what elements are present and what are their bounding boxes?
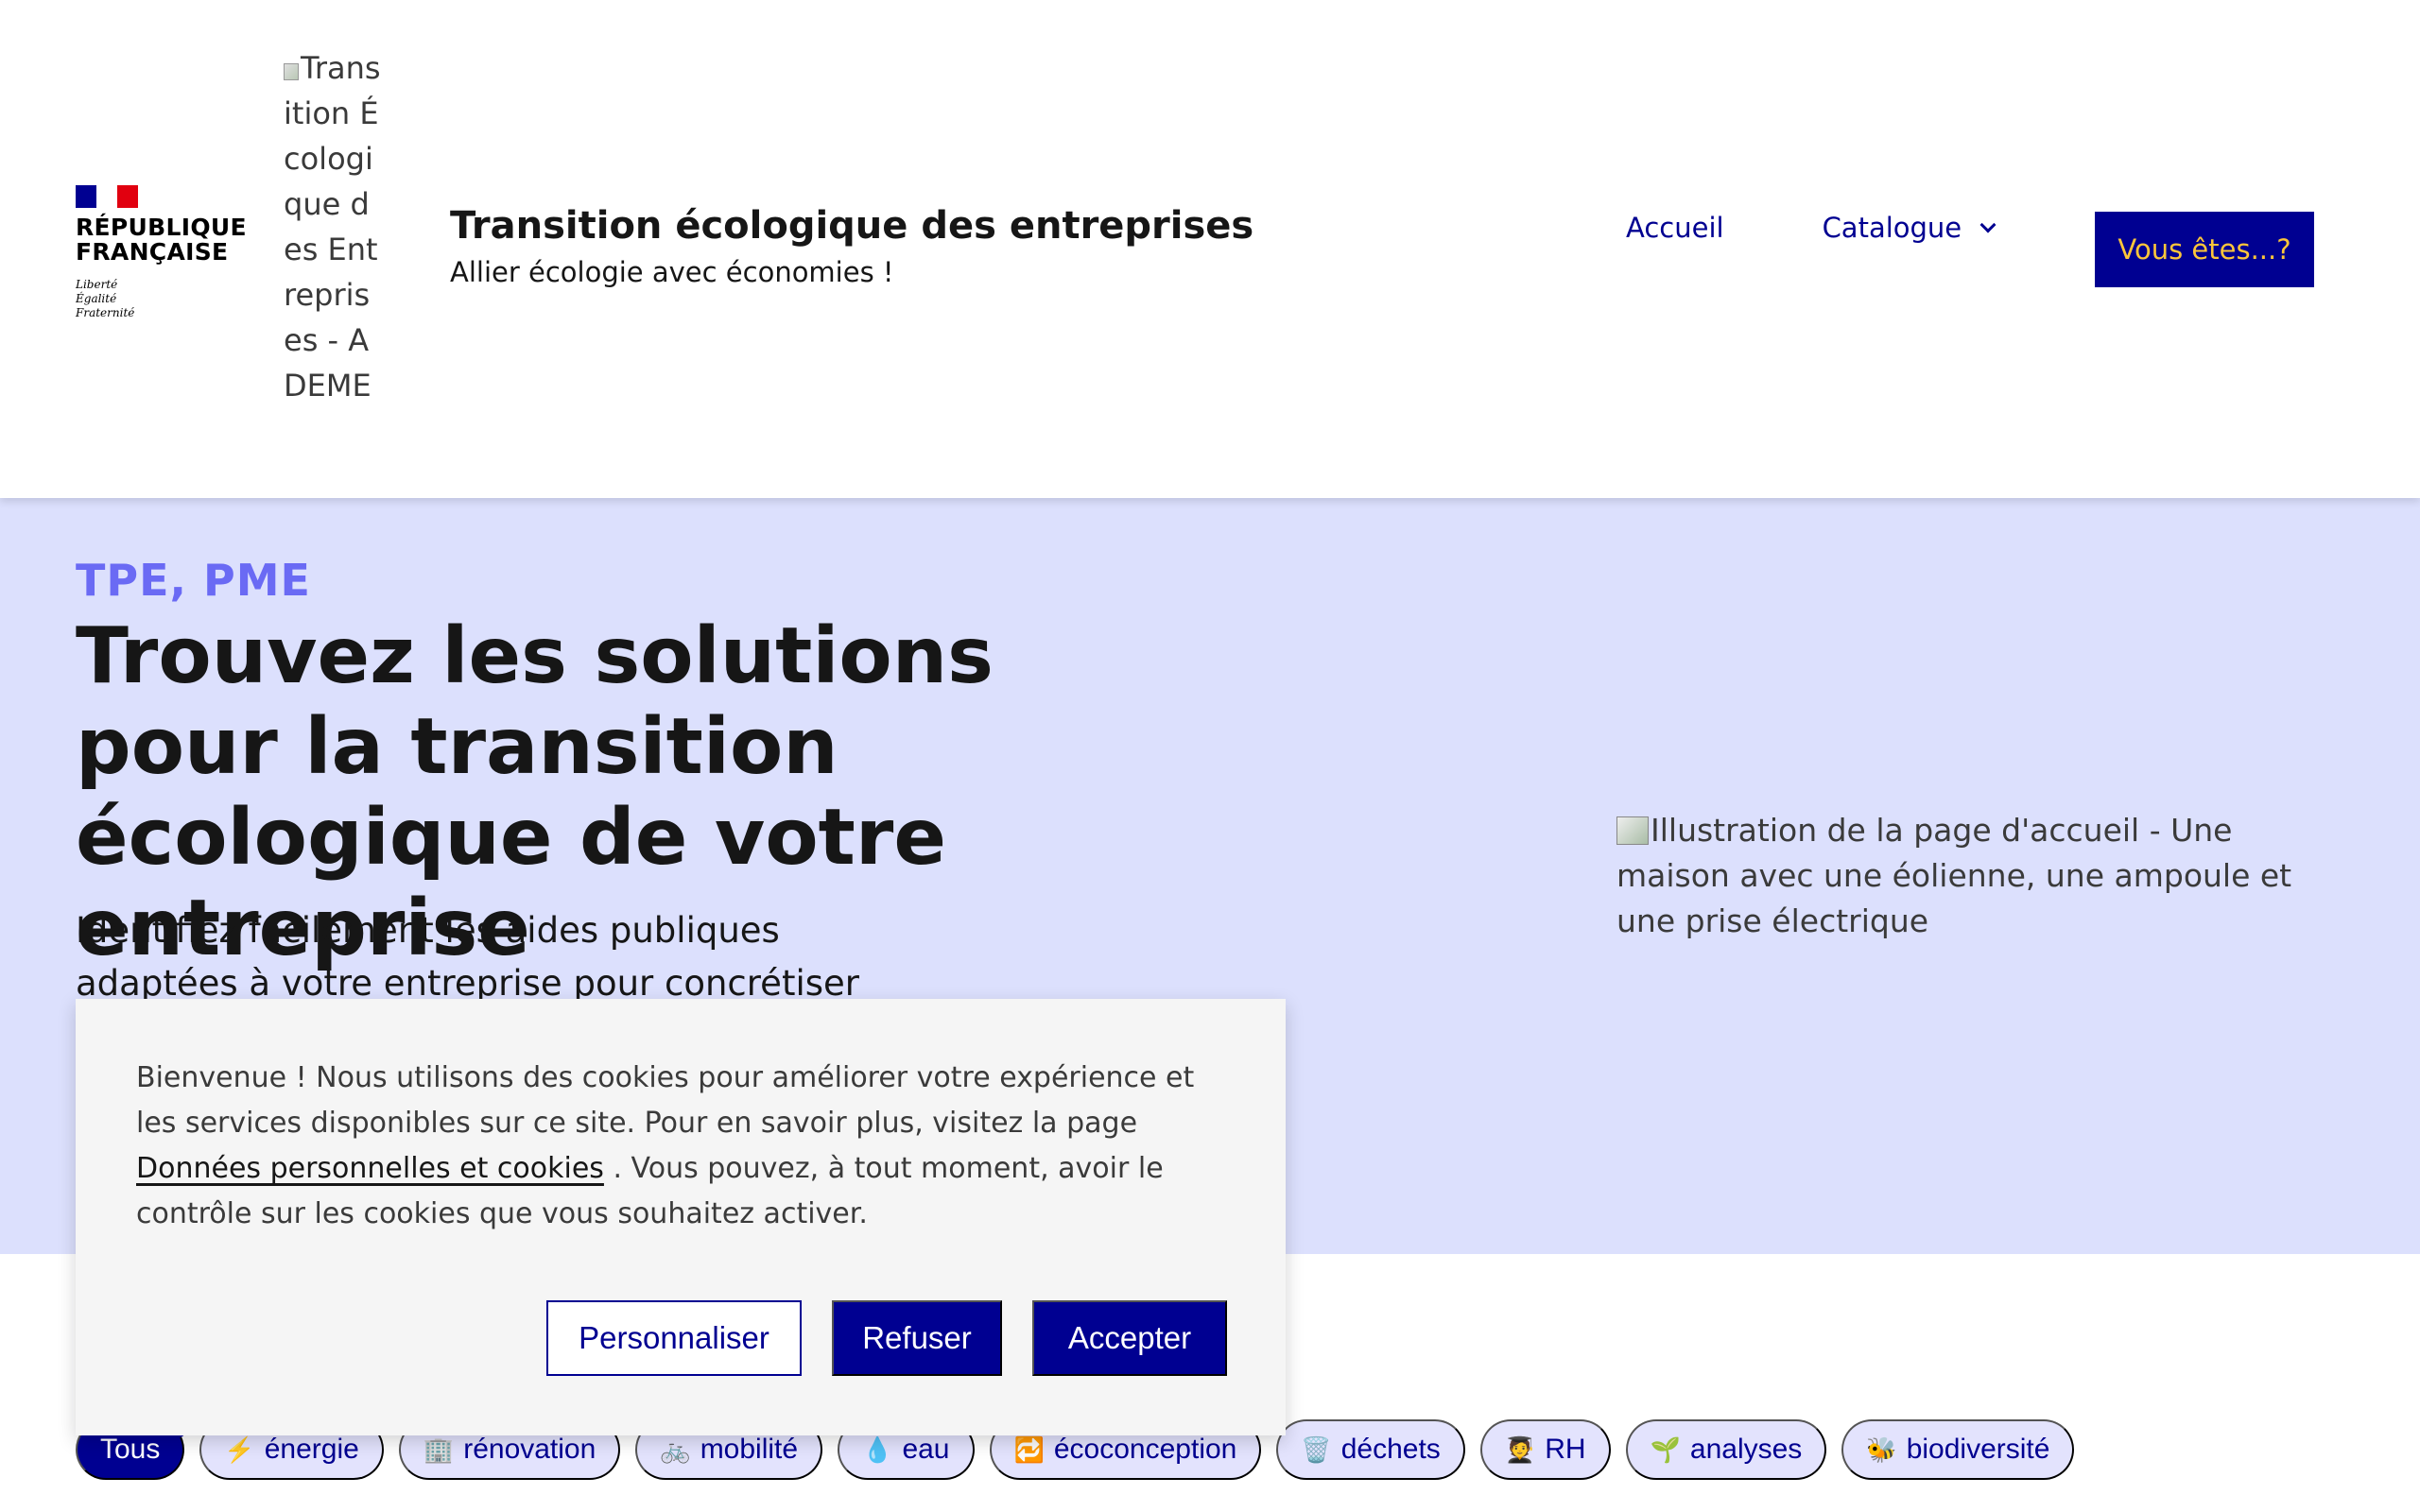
republique-line-1: RÉPUBLIQUE [76, 214, 247, 241]
nav-home-link[interactable]: Accueil [1626, 212, 1724, 244]
operator-logo-broken-image[interactable]: Transition Écologique des Entreprises - … [284, 45, 388, 408]
tag-label: déchets [1340, 1434, 1441, 1465]
cookie-actions: Personnaliser Refuser Accepter [546, 1300, 1227, 1376]
repeat-icon: 🔁 [1013, 1435, 1045, 1464]
droplet-icon: 💧 [862, 1435, 893, 1464]
main-navigation: Accueil Catalogue [1626, 212, 2092, 244]
marianne-flag-icon [76, 185, 138, 208]
tag-label: mobilité [700, 1434, 799, 1465]
tag-label: eau [902, 1434, 950, 1465]
cookie-policy-link[interactable]: Données personnelles et cookies [136, 1152, 604, 1185]
republique-francaise-logo[interactable]: RÉPUBLIQUE FRANÇAISE Liberté Égalité Fra… [76, 185, 265, 320]
tag-label: Tous [100, 1434, 161, 1465]
lightning-icon: ⚡ [224, 1435, 255, 1464]
seedling-icon: 🌱 [1650, 1435, 1681, 1464]
hero-illustration-broken-image: Illustration de la page d'accueil - Une … [1616, 808, 2335, 944]
bee-icon: 🐝 [1866, 1435, 1897, 1464]
republique-line-2: FRANÇAISE [76, 238, 229, 266]
vous-etes-button[interactable]: Vous êtes...? [2095, 212, 2314, 287]
building-icon: 🏢 [423, 1435, 455, 1464]
cookie-consent-banner: Bienvenue ! Nous utilisons des cookies p… [76, 999, 1286, 1435]
cookie-message: Bienvenue ! Nous utilisons des cookies p… [136, 1056, 1214, 1237]
site-header: RÉPUBLIQUE FRANÇAISE Liberté Égalité Fra… [0, 0, 2420, 498]
accept-cookies-button[interactable]: Accepter [1032, 1300, 1227, 1376]
devise-egalite: Égalité [76, 292, 117, 305]
tag-analyses[interactable]: 🌱 analyses [1625, 1419, 1827, 1480]
refuse-cookies-button[interactable]: Refuser [832, 1300, 1002, 1376]
cookie-text-before: Bienvenue ! Nous utilisons des cookies p… [136, 1061, 1195, 1140]
student-icon: 🧑‍🎓 [1504, 1435, 1536, 1464]
tag-label: énergie [264, 1434, 359, 1465]
tag-label: biodiversité [1906, 1434, 2050, 1465]
service-title: Transition écologique des entreprises [450, 204, 1254, 248]
hero-illustration-alt-text: Illustration de la page d'accueil - Une … [1616, 812, 2292, 939]
service-branding[interactable]: Transition écologique des entreprises Al… [450, 202, 1253, 291]
devise-fraternite: Fraternité [76, 306, 135, 319]
bicycle-icon: 🚲 [660, 1435, 691, 1464]
tag-label: rénovation [463, 1434, 596, 1465]
broken-image-icon [1616, 816, 1649, 845]
service-tagline: Allier écologie avec économies ! [450, 256, 894, 288]
trash-icon: 🗑️ [1301, 1435, 1332, 1464]
broken-image-icon [284, 63, 299, 80]
customize-cookies-button[interactable]: Personnaliser [546, 1300, 802, 1376]
tag-label: écoconception [1053, 1434, 1237, 1465]
tag-rh[interactable]: 🧑‍🎓 RH [1479, 1419, 1611, 1480]
devise-liberte: Liberté [76, 278, 118, 291]
nav-catalogue-dropdown[interactable]: Catalogue [1822, 212, 1996, 244]
operator-logo-alt-text: Transition Écologique des Entreprises - … [284, 50, 381, 404]
chevron-down-icon [1979, 216, 1996, 233]
hero-eyebrow: TPE, PME [76, 555, 311, 606]
tag-dechets[interactable]: 🗑️ déchets [1276, 1419, 1465, 1480]
devise: Liberté Égalité Fraternité [76, 278, 265, 320]
tag-label: analyses [1689, 1434, 1803, 1465]
tag-label: RH [1545, 1434, 1586, 1465]
tag-biodiversite[interactable]: 🐝 biodiversité [1841, 1419, 2075, 1480]
nav-catalogue-label: Catalogue [1822, 212, 1962, 244]
